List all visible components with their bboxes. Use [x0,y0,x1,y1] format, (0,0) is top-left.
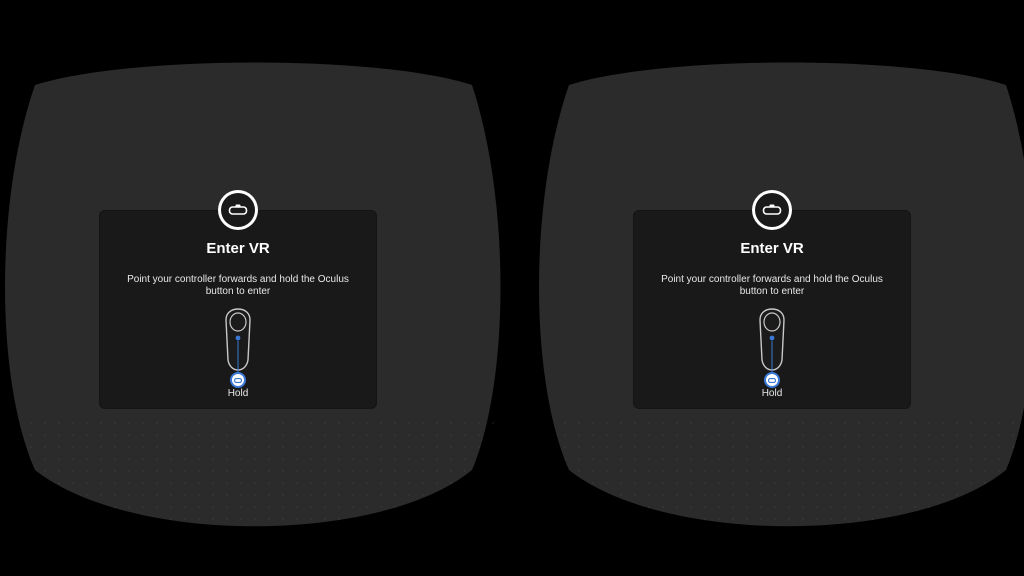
hold-label: Hold [761,388,783,399]
controller-icon [759,308,785,372]
hold-label: Hold [227,388,249,399]
dialog-instruction: Point your controller forwards and hold … [127,274,349,297]
right-eye-view: Enter VR Point your controller forwards … [534,0,1024,576]
dialog-title: Enter VR [206,240,270,257]
headset-icon [752,190,792,230]
headset-icon [218,190,258,230]
oculus-button-icon [230,372,246,388]
left-eye-view: Enter VR Point your controller forwards … [0,0,512,576]
controller-icon [225,308,251,372]
dialog-title: Enter VR [740,240,804,257]
dialog-instruction: Point your controller forwards and hold … [661,274,883,297]
oculus-button-icon [764,372,780,388]
vr-stereo-view: Enter VR Point your controller forwards … [0,0,1024,576]
